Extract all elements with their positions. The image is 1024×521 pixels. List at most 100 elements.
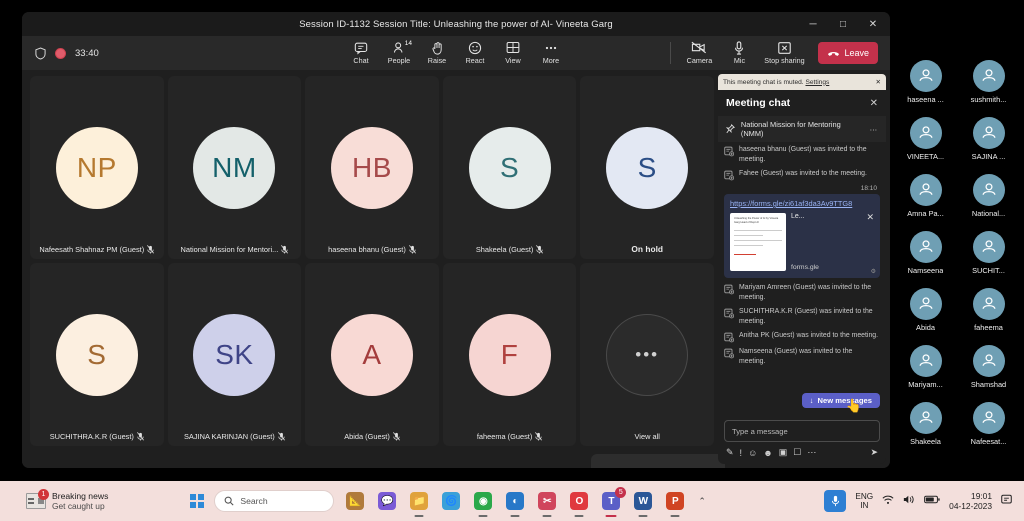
word-icon[interactable]: W [632,490,654,512]
message-input[interactable]: Type a message [724,420,880,442]
toolbar-raise-button[interactable]: Raise [419,39,455,67]
toolbar-camera-button[interactable]: Camera [681,39,717,67]
pinned-chat-label: National Mission for Mentoring (NMM) [740,120,841,138]
toolbar-mic-label: Mic [733,56,746,65]
filmstrip-participant[interactable]: Abida [894,288,957,345]
maximize-button[interactable]: □ [828,12,858,36]
link-preview-close-icon[interactable]: ✕ [866,213,874,222]
volume-icon[interactable] [903,494,915,508]
filmstrip-participant-name: National... [971,209,1006,218]
filmstrip-participant[interactable]: SAJINA ... [957,117,1020,174]
filmstrip-participant[interactable]: Namseena [894,231,957,288]
self-video-preview[interactable]: VG [591,454,725,468]
image-icon[interactable]: ▣ [779,447,788,458]
filmstrip-participant[interactable]: sushmith... [957,60,1020,117]
person-avatar-icon [972,117,1005,149]
participant-tile[interactable]: SK SAJINA KARINJAN (Guest) [167,263,302,446]
toolbar-more-button[interactable]: More [533,39,569,67]
teams-icon[interactable]: T5 [600,487,627,512]
chat-close-icon[interactable]: ✕ [870,98,878,109]
shared-link[interactable]: https://forms.gle/zi61af3da3Av9TTG8 [730,199,874,209]
toolbar-people-button[interactable]: 14 People [381,39,417,67]
wifi-icon[interactable] [882,495,894,508]
emoji-icon[interactable]: ☺ [748,448,757,458]
close-button[interactable]: ✕ [858,12,888,36]
search-input[interactable]: Search [214,490,335,512]
toolbar-react-button[interactable]: React [457,39,493,67]
filmstrip-participant[interactable]: faheema [957,288,1020,345]
participant-avatar: S [468,126,551,209]
filmstrip-participant[interactable]: SUCHIT... [957,231,1020,288]
system-message: Anitha PK (Guest) was invited to the mee… [724,331,880,343]
invited-person-icon [724,170,734,181]
news-badge: 1 [38,489,49,500]
pinned-more-icon[interactable]: ⋯ [870,125,878,134]
send-icon[interactable]: ➤ [870,447,878,458]
participant-tile[interactable]: ••• View all [580,263,714,446]
chat-muted-close-icon[interactable]: ✕ [875,78,881,86]
filmstrip-participant[interactable]: Shamshad [957,345,1020,402]
sticker-icon[interactable]: ☻ [763,448,772,458]
pinned-chat-item[interactable]: National Mission for Mentoring (NMM) ⋯ [718,116,886,142]
participant-tile[interactable]: A Abida (Guest) [305,263,439,446]
start-button[interactable] [190,493,205,509]
filmstrip-participant-name: Namseena [907,266,944,275]
notification-center-icon[interactable] [1001,494,1012,508]
participant-tile[interactable]: S On hold [580,76,714,259]
battery-icon[interactable] [924,495,940,507]
chat-settings-link[interactable]: Settings [805,79,829,86]
participant-tile[interactable]: S SUCHITHRA.K.R (Guest) [30,263,164,446]
participant-tile[interactable]: NM National Mission for Mentori... [167,76,302,259]
filmstrip-participant[interactable]: haseena ... [894,60,957,117]
filmstrip-participant[interactable]: Nafeesat... [957,402,1020,459]
participant-tile[interactable]: HB haseena bhanu (Guest) [305,76,439,259]
minimize-button[interactable]: ─ [798,12,828,36]
filmstrip-participant[interactable]: Amna Pa... [894,174,957,231]
chat-message-list[interactable]: haseena bhanu (Guest) was invited to the… [718,142,886,416]
toolbar-view-button[interactable]: View [495,39,531,67]
view-all-overflow-icon[interactable]: ••• [606,313,689,396]
taskbar-overflow-chevron[interactable]: ⌃ [698,496,706,507]
language-line1: ENG [855,491,874,501]
powerpoint-icon[interactable]: P [664,490,686,512]
filmstrip-participant[interactable]: National... [957,174,1020,231]
toolbar-mic-button[interactable]: Mic [721,39,757,67]
system-message-text: Mariyam Amreen (Guest) was invited to th… [739,284,872,302]
filmstrip-participant[interactable]: Mariyam... [894,345,957,402]
toolbar-stop-sharing-button[interactable]: Stop sharing [761,39,807,67]
invited-person-icon [724,333,734,343]
participant-tile[interactable]: NP Nafeesath Shahnaz PM (Guest) [30,76,164,259]
news-widget[interactable]: 1 Breaking news Get caught up [0,489,190,511]
participant-tile[interactable]: Ffaheema (Guest) [442,263,577,446]
system-message: Fahee (Guest) was invited to the meeting… [724,169,880,181]
teams-chat-icon[interactable]: 💬 [376,490,398,512]
system-message: SUCHITHRA.K.R (Guest) was invited to the… [724,307,880,327]
language-indicator[interactable]: ENG IN [855,492,873,511]
format-text-icon[interactable]: ✎ [726,447,734,458]
filmstrip-participant[interactable]: Shakeela [894,402,957,459]
whiteboard-icon[interactable]: 📐 [344,490,366,512]
snipping-tool-icon[interactable]: ✂ [536,490,558,512]
link-preview-card[interactable]: https://forms.gle/zi61af3da3Av9TTG8 Unlea… [724,194,880,279]
edge-icon[interactable]: ◐ [504,490,526,512]
people-count-badge: 14 [404,40,412,47]
mic-off-icon [535,432,543,441]
edge-legacy-icon[interactable]: 🌀 [440,490,462,512]
invited-person-icon [724,349,734,359]
leave-button[interactable]: Leave [818,42,878,64]
chrome-icon[interactable]: ◉ [472,490,494,512]
participant-avatar: NM [193,126,276,209]
microphone-tray-icon[interactable] [824,490,847,512]
participant-tile[interactable]: S Shakeela (Guest) [442,76,577,259]
gear-icon[interactable]: ⚙ [871,268,876,275]
toolbar-chat-button[interactable]: Chat [343,39,379,73]
taskbar-clock[interactable]: 19:01 04-12-2023 [949,491,992,512]
opera-icon[interactable]: O [568,490,590,512]
filmstrip-participant[interactable]: VINEETA... [894,117,957,174]
new-messages-button[interactable]: ↓ New messages 👆 [801,393,880,413]
more-options-icon[interactable]: ⋯ [807,447,816,458]
giphy-icon[interactable]: ☐ [793,447,801,458]
set-priority-icon[interactable]: ! [740,448,743,458]
file-explorer-icon[interactable]: 📁 [408,490,430,512]
compose-toolbar: ✎ ! ☺ ☻ ▣ ☐ ⋯ ➤ [724,442,880,458]
